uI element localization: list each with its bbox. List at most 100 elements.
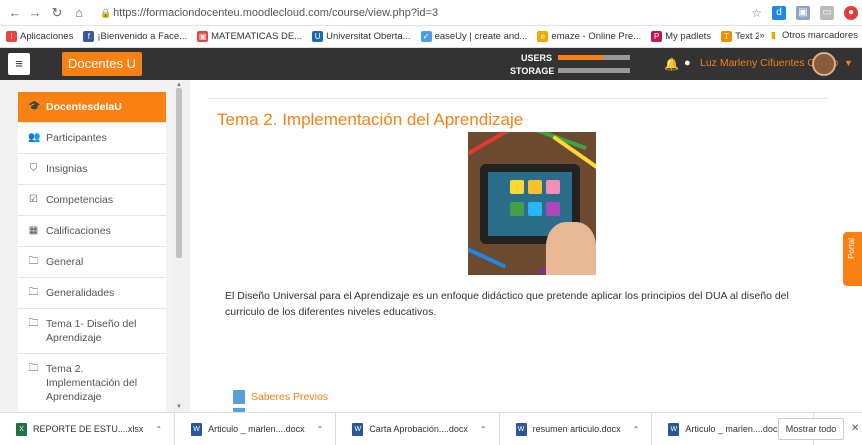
chevron-up-icon[interactable]: ⌃ bbox=[480, 425, 487, 434]
course-main: Tema 2. Implementación del Aprendizaje E… bbox=[190, 80, 862, 414]
downloads-bar: X REPORTE DE ESTU....xlsx ⌃ W Articulo _ ma… bbox=[0, 412, 862, 445]
notifications-bell-icon[interactable]: 🔔 bbox=[664, 57, 679, 71]
chevron-up-icon[interactable]: ⌃ bbox=[155, 425, 162, 434]
messages-chat-icon[interactable]: ● bbox=[684, 57, 691, 69]
easelly-icon: ✓ bbox=[420, 31, 432, 42]
bookmarks-right: » ▮ Otros marcadores bbox=[759, 30, 858, 41]
sidebar-item-competencias[interactable]: ☑ Competencias bbox=[18, 185, 166, 216]
chevron-up-icon[interactable]: ⌃ bbox=[633, 425, 640, 434]
bookmark-label: easeUy | create and... bbox=[434, 31, 528, 42]
bookmark-label: Aplicaciones bbox=[20, 31, 74, 42]
uoc-icon: U bbox=[312, 31, 324, 42]
download-item[interactable]: W Carta Aprobación....docx ⌃ bbox=[336, 412, 500, 445]
lock-icon: 🔒 bbox=[100, 8, 112, 18]
bookmark-item[interactable]: f ¡Bienvenido a Face... bbox=[83, 31, 187, 42]
resource-link[interactable]: Saberes Previos bbox=[251, 391, 328, 403]
folder-icon: 🗀 bbox=[28, 287, 39, 298]
download-item[interactable]: X REPORTE DE ESTU....xlsx ⌃ bbox=[0, 412, 176, 445]
back-icon[interactable]: ← bbox=[6, 4, 24, 22]
extension-red-icon[interactable]: ● bbox=[844, 6, 858, 20]
sidebar-nav: 🎓 DocentesdelaU 👥 Participantes ⛉ Insignias… bbox=[18, 92, 166, 413]
bookmark-item[interactable]: ▣ MATEMATICAS DE... bbox=[197, 31, 302, 42]
user-menu-caret-icon[interactable]: ▼ bbox=[844, 58, 853, 68]
sidebar-item-general[interactable]: 🗀 General bbox=[18, 247, 166, 278]
app-tile bbox=[510, 180, 524, 194]
section-divider bbox=[208, 98, 828, 99]
folder-icon: ▮ bbox=[770, 30, 776, 41]
file-icon bbox=[233, 390, 245, 404]
bookmark-item[interactable]: e emaze - Online Pre... bbox=[537, 31, 641, 42]
section-title: Tema 2. Implementación del Aprendizaje bbox=[217, 110, 524, 129]
show-all-downloads-button[interactable]: Mostrar todo bbox=[778, 418, 844, 440]
download-item[interactable]: W Articulo _ marlen....docx ⌃ bbox=[175, 412, 337, 445]
sidebar-item-label: Tema 2. Implementación del Aprendizaje bbox=[46, 363, 138, 403]
table-icon: ▦ bbox=[28, 225, 39, 236]
graduation-cap-icon: 🎓 bbox=[28, 101, 41, 112]
home-icon[interactable]: ⌂ bbox=[70, 4, 88, 22]
sidebar-item-generalidades[interactable]: 🗀 Generalidades bbox=[18, 278, 166, 309]
quota-indicator: USERS STORAGE bbox=[510, 51, 640, 77]
reload-icon[interactable]: ↻ bbox=[48, 4, 66, 22]
excel-file-icon: X bbox=[16, 422, 27, 436]
sidebar-item-participantes[interactable]: 👥 Participantes bbox=[18, 123, 166, 154]
sidebar-scrollbar[interactable]: ▲ ▼ bbox=[174, 82, 184, 412]
site-brand[interactable]: Docentes U bbox=[62, 52, 142, 76]
bookmark-label: emaze - Online Pre... bbox=[551, 31, 642, 42]
portal-tab[interactable]: Portal bbox=[843, 232, 862, 286]
extension-screen-icon[interactable]: ▣ bbox=[796, 6, 810, 20]
extension-icons: ☆ d ▣ ▭ ● bbox=[751, 4, 858, 22]
bookmark-label: ¡Bienvenido a Face... bbox=[97, 31, 188, 42]
star-icon[interactable]: ☆ bbox=[751, 6, 762, 20]
word-file-icon: W bbox=[352, 422, 364, 436]
quota-users-fill bbox=[558, 55, 603, 60]
sidebar-item-tema-2[interactable]: 🗀 Tema 2. Implementación del Aprendizaje bbox=[18, 354, 166, 413]
url-text: https://formaciondocenteu.moodlecloud.co… bbox=[113, 7, 439, 19]
download-filename: Articulo _ marlen....docx bbox=[685, 424, 782, 434]
other-bookmarks-button[interactable]: Otros marcadores bbox=[782, 30, 858, 41]
user-avatar[interactable] bbox=[812, 52, 836, 76]
address-bar[interactable]: 🔒 https://formaciondocenteu.moodlecloud.… bbox=[100, 4, 700, 22]
resource-saberes-previos[interactable]: Saberes Previos bbox=[233, 390, 328, 404]
quota-users-label: USERS bbox=[520, 52, 552, 63]
emaze-icon: e bbox=[537, 31, 549, 42]
app-tile bbox=[510, 202, 524, 216]
sidebar-item-insignias[interactable]: ⛉ Insignias bbox=[18, 154, 166, 185]
app-tile bbox=[528, 202, 542, 216]
hand bbox=[546, 222, 596, 275]
sidebar-item-label: DocentesdelaU bbox=[46, 101, 122, 113]
sidebar-item-tema-1[interactable]: 🗀 Tema 1- Diseño del Aprendizaje bbox=[18, 309, 166, 354]
section-image bbox=[468, 132, 596, 275]
scroll-down-icon[interactable]: ▼ bbox=[176, 404, 182, 410]
bookmark-item[interactable]: ✓ easeUy | create and... bbox=[420, 31, 528, 42]
download-filename: REPORTE DE ESTU....xlsx bbox=[33, 424, 144, 434]
menu-toggle-icon[interactable]: ≡ bbox=[8, 53, 30, 75]
mindmap-icon: T bbox=[721, 31, 733, 42]
bookmark-item[interactable]: ⁝ Aplicaciones bbox=[6, 31, 73, 42]
site-navbar: ≡ Docentes U USERS STORAGE 🔔 ● Luz Marle… bbox=[0, 48, 862, 80]
download-filename: resumen articulo.docx bbox=[532, 424, 621, 434]
scroll-thumb[interactable] bbox=[176, 88, 182, 258]
forward-icon[interactable]: → bbox=[26, 4, 44, 22]
sidebar-item-calificaciones[interactable]: ▦ Calificaciones bbox=[18, 216, 166, 247]
app-tile bbox=[546, 180, 560, 194]
quota-storage: STORAGE bbox=[510, 64, 640, 77]
close-icon[interactable]: ✕ bbox=[851, 423, 859, 434]
extension-d-icon[interactable]: d bbox=[772, 6, 786, 20]
app-tile bbox=[528, 180, 542, 194]
bookmark-label: Universitat Oberta... bbox=[326, 31, 411, 42]
folder-icon: 🗀 bbox=[28, 363, 39, 374]
download-item[interactable]: Wresumen articulo.docx ⌃ bbox=[500, 412, 653, 445]
bookmark-item[interactable]: U Universitat Oberta... bbox=[312, 31, 411, 42]
bookmarks-overflow-button[interactable]: » bbox=[759, 30, 764, 41]
sidebar-item-docentesdelau[interactable]: 🎓 DocentesdelaU bbox=[18, 92, 166, 123]
sidebar-item-label: Calificaciones bbox=[46, 225, 111, 237]
pencil bbox=[468, 132, 515, 159]
extension-cast-icon[interactable]: ▭ bbox=[820, 6, 834, 20]
users-icon: 👥 bbox=[28, 132, 41, 143]
folder-icon: 🗀 bbox=[28, 318, 39, 329]
bookmark-item[interactable]: P My padlets bbox=[651, 31, 711, 42]
download-filename: Carta Aprobación....docx bbox=[369, 424, 468, 434]
chevron-up-icon[interactable]: ⌃ bbox=[317, 425, 324, 434]
app-tile bbox=[546, 202, 560, 216]
word-file-icon: W bbox=[668, 422, 680, 436]
